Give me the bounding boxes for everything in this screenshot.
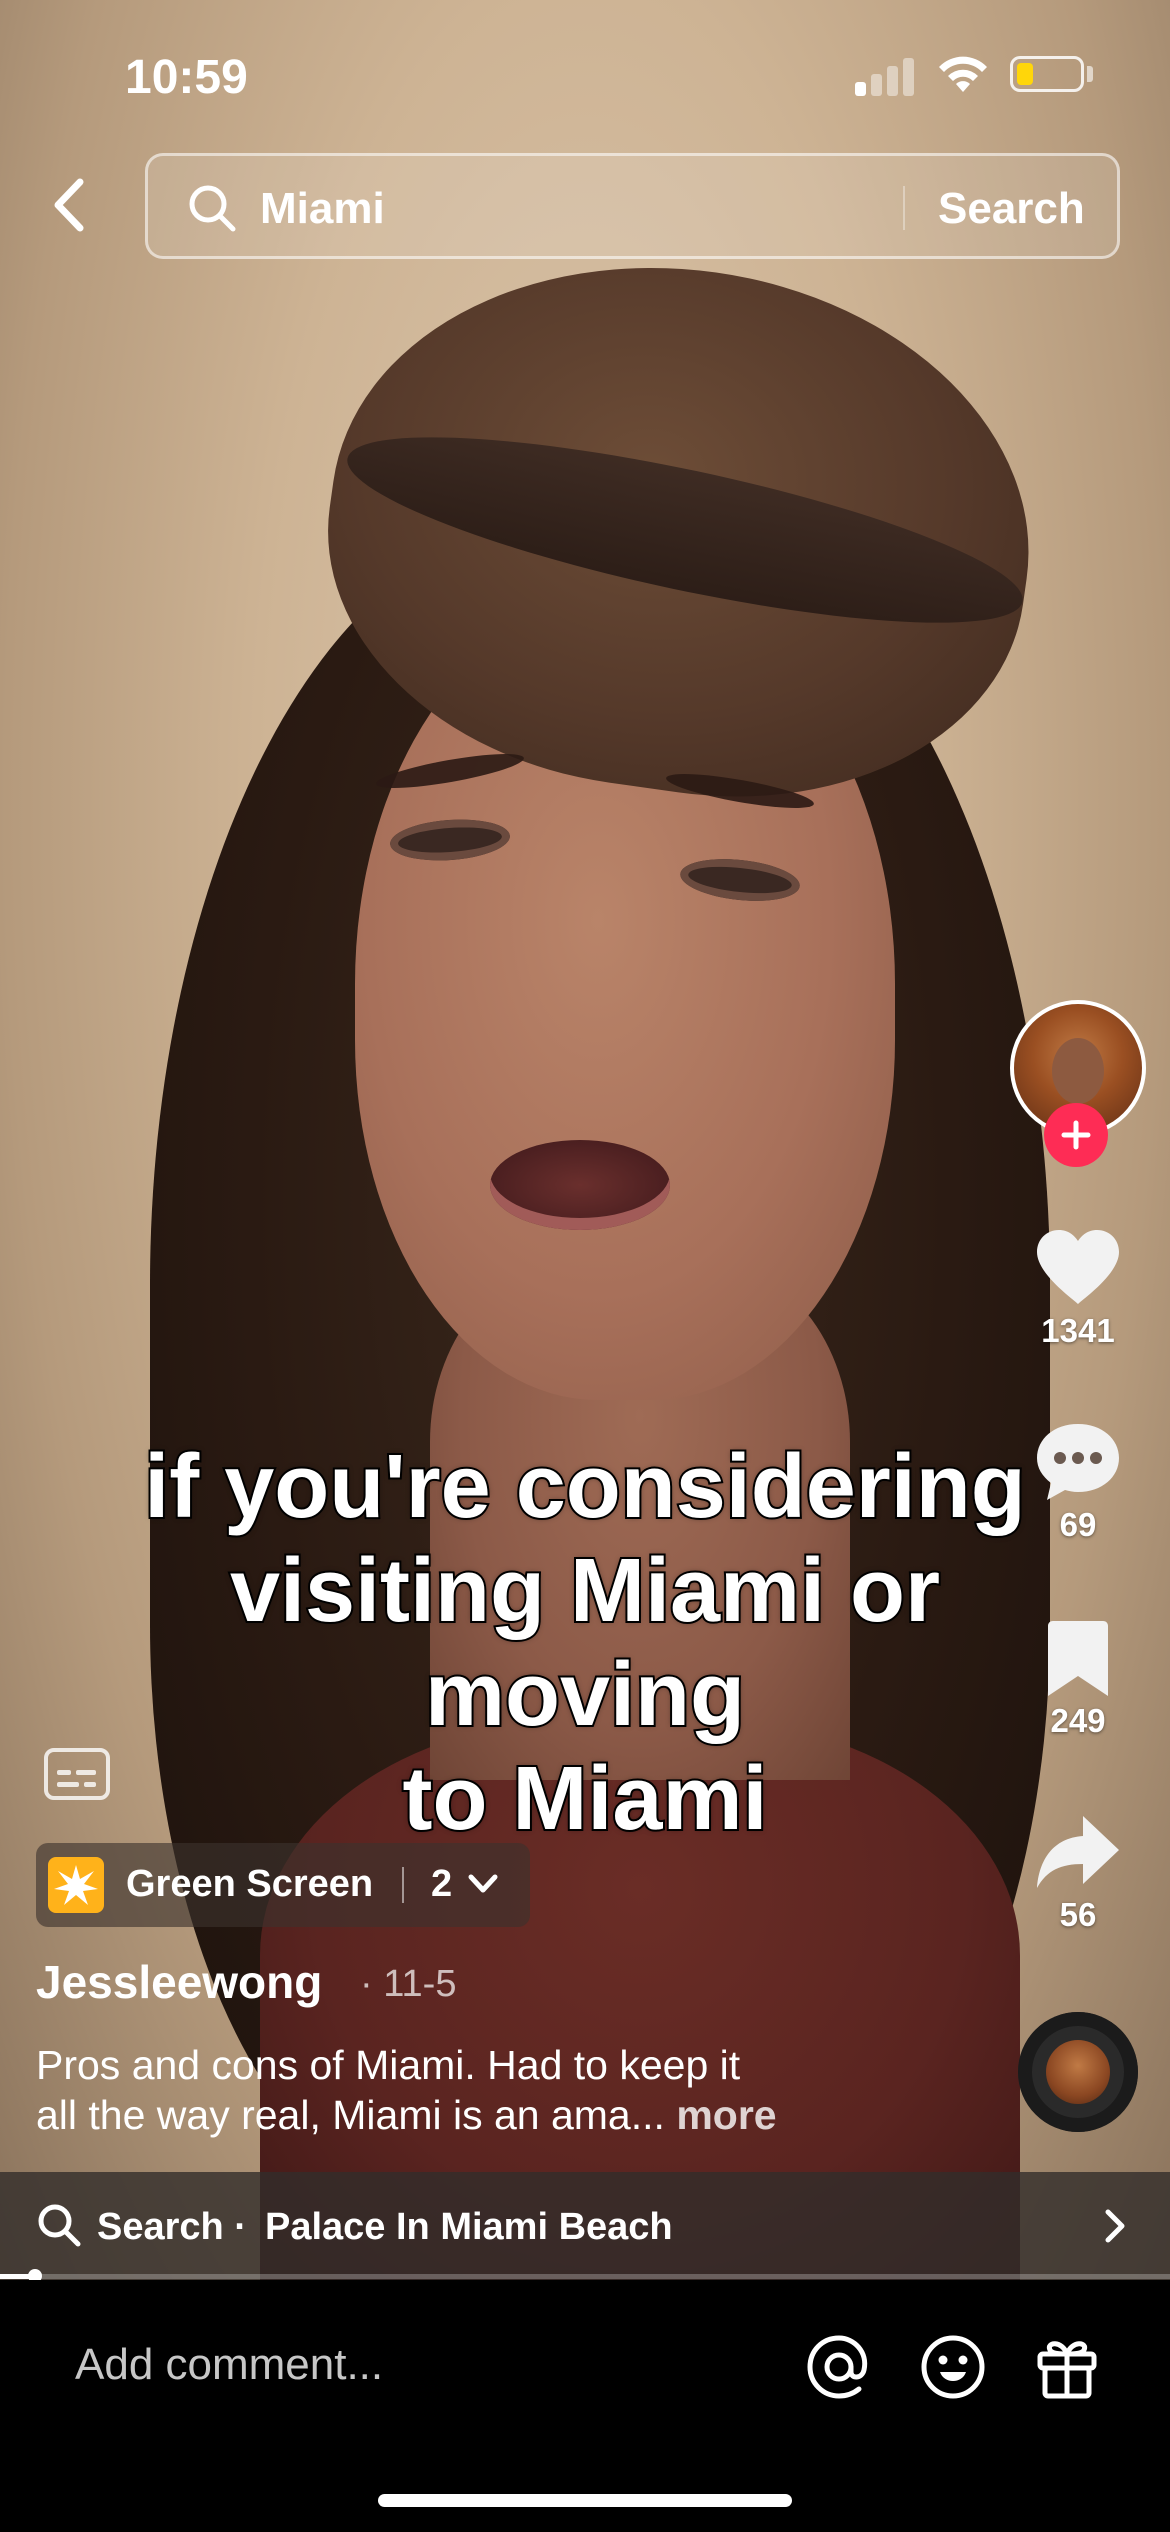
add-comment-input[interactable]: Add comment... bbox=[75, 2340, 383, 2390]
search-icon bbox=[189, 185, 236, 232]
description-line: all the way real, Miami is an ama... bbox=[36, 2092, 665, 2138]
back-button[interactable] bbox=[40, 170, 100, 240]
battery-cap bbox=[1087, 66, 1093, 82]
effect-label: Green Screen bbox=[126, 1863, 374, 1905]
emoji-icon[interactable] bbox=[918, 2332, 988, 2402]
plus-icon bbox=[1061, 1120, 1091, 1150]
search-button[interactable]: Search bbox=[938, 184, 1085, 234]
battery-icon bbox=[1010, 56, 1084, 92]
video-progress-bar[interactable] bbox=[0, 2269, 1170, 2283]
related-search-query: Palace In Miami Beach bbox=[265, 2206, 673, 2248]
battery-level bbox=[1017, 63, 1033, 85]
creator-username[interactable]: Jessleewong bbox=[36, 1955, 322, 2009]
search-input[interactable]: Miami bbox=[260, 184, 385, 234]
music-disc[interactable] bbox=[1018, 2012, 1138, 2132]
gift-icon[interactable] bbox=[1032, 2332, 1102, 2402]
caption-line: visiting Miami or moving bbox=[228, 1539, 942, 1747]
music-disc-avatar bbox=[1046, 2040, 1110, 2104]
video-screen: 10:59 Miami Search 1341 69 249 56 if you… bbox=[0, 0, 1170, 2532]
related-search-prefix: Search · bbox=[97, 2206, 247, 2248]
chevron-right-icon bbox=[1105, 2209, 1125, 2243]
description-line: Pros and cons of Miami. Had to keep it bbox=[36, 2042, 741, 2088]
related-search-bar[interactable]: Search · Palace In Miami Beach bbox=[0, 2172, 1170, 2280]
share-count: 56 bbox=[1059, 1896, 1097, 1933]
search-divider bbox=[903, 186, 905, 230]
more-link[interactable]: more bbox=[676, 2092, 776, 2138]
video-captions: if you're considering visiting Miami or … bbox=[60, 1435, 1110, 1851]
heart-icon bbox=[1037, 1230, 1119, 1304]
video-player[interactable] bbox=[0, 0, 1170, 2280]
wifi-icon bbox=[939, 56, 987, 92]
caption-line: to Miami bbox=[400, 1747, 769, 1851]
follow-button[interactable] bbox=[1044, 1103, 1108, 1167]
status-time: 10:59 bbox=[125, 51, 248, 104]
like-button[interactable]: 1341 bbox=[1020, 1228, 1136, 1350]
post-description[interactable]: Pros and cons of Miami. Had to keep it a… bbox=[36, 2040, 916, 2140]
chevron-down-icon bbox=[468, 1874, 498, 1893]
video-subject-mouth bbox=[490, 1140, 670, 1230]
like-count: 1341 bbox=[1041, 1312, 1115, 1349]
green-screen-effect-icon bbox=[48, 1857, 104, 1913]
search-field[interactable]: Miami Search bbox=[145, 153, 1120, 259]
closed-captions-icon[interactable] bbox=[44, 1748, 110, 1800]
home-indicator bbox=[378, 2494, 792, 2507]
effect-chip[interactable]: Green Screen 2 bbox=[36, 1843, 530, 1927]
at-icon[interactable] bbox=[804, 2332, 874, 2402]
post-date: · 11-5 bbox=[360, 1963, 457, 2005]
status-bar: 10:59 bbox=[0, 0, 1170, 150]
avatar-face bbox=[1052, 1038, 1104, 1104]
cellular-signal-icon bbox=[855, 56, 915, 96]
effect-divider bbox=[402, 1867, 404, 1903]
caption-line: if you're considering bbox=[142, 1435, 1028, 1539]
effect-count: 2 bbox=[431, 1863, 453, 1905]
search-icon bbox=[38, 2204, 81, 2247]
